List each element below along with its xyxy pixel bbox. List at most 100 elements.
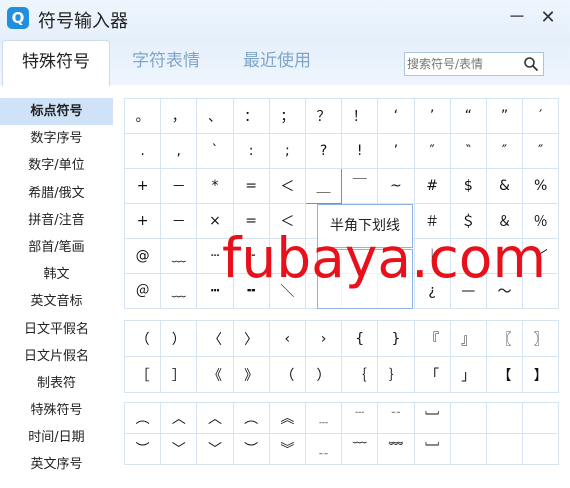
sidebar-item[interactable]: 特殊符号 — [0, 397, 113, 424]
symbol-cell[interactable]: ﹊ — [377, 402, 415, 434]
symbol-cell[interactable]: ﹏ — [160, 273, 198, 309]
symbol-cell[interactable]: ’ — [413, 98, 451, 134]
symbol-cell[interactable]: 』 — [449, 320, 487, 357]
sidebar-item[interactable]: 英文序号 — [0, 451, 113, 478]
symbol-cell[interactable]: ? — [304, 133, 343, 169]
sidebar-item[interactable]: 英文音标 — [0, 288, 113, 315]
symbol-cell[interactable]: * — [196, 168, 234, 204]
symbol-cell[interactable]: ︿ — [160, 402, 198, 434]
symbol-cell[interactable]: 『 — [413, 320, 451, 357]
symbol-cell[interactable]: ﹏ — [160, 238, 198, 274]
sidebar-item[interactable]: 日文平假名 — [0, 316, 113, 343]
symbol-cell[interactable]: 〗 — [522, 320, 560, 357]
symbol-cell[interactable]: # — [413, 168, 451, 204]
symbol-cell[interactable]: － — [160, 168, 198, 204]
symbol-cell[interactable]: 「 — [413, 356, 451, 393]
tab-recent[interactable]: 最近使用 — [243, 40, 311, 85]
symbol-cell[interactable]: : — [232, 133, 270, 169]
symbol-cell[interactable]: ″ — [485, 133, 524, 169]
symbol-cell[interactable]: ︾ — [268, 433, 306, 465]
minimize-button[interactable]: － — [505, 6, 529, 30]
sidebar-item[interactable]: 部首/笔画 — [0, 234, 113, 261]
symbol-cell[interactable]: “ — [449, 98, 487, 134]
symbol-cell[interactable]: ［ — [123, 356, 162, 393]
symbol-cell[interactable] — [449, 433, 487, 465]
symbol-cell[interactable]: ﹉ — [341, 402, 379, 434]
symbol-cell[interactable]: ″ — [413, 133, 451, 169]
symbol-cell[interactable]: ＜ — [268, 168, 306, 204]
search-box[interactable] — [404, 52, 544, 76]
symbol-cell[interactable]: ! — [341, 133, 379, 169]
symbol-cell[interactable]: ￣ — [341, 168, 379, 204]
symbol-cell[interactable]: 、 — [196, 98, 234, 134]
symbol-cell[interactable]: › — [304, 320, 343, 357]
symbol-cell[interactable]: ︽ — [268, 402, 306, 434]
symbol-cell[interactable]: ~ — [377, 168, 415, 204]
symbol-cell[interactable]: ︶ — [123, 433, 162, 465]
sidebar-item[interactable]: 数字序号 — [0, 125, 113, 152]
symbol-cell[interactable]: ︶ — [232, 433, 270, 465]
symbol-cell[interactable]: ﹈ — [413, 433, 451, 465]
symbol-cell[interactable]: ： — [232, 98, 270, 134]
symbol-cell[interactable]: ; — [268, 133, 306, 169]
symbol-cell[interactable]: & — [485, 168, 524, 204]
search-input[interactable] — [407, 55, 519, 73]
sidebar-item[interactable]: 拼音/注音 — [0, 207, 113, 234]
sidebar-item[interactable]: 韩文 — [0, 261, 113, 288]
symbol-cell[interactable]: ″ — [522, 133, 560, 169]
symbol-cell[interactable]: ﹈ — [413, 402, 451, 434]
symbol-cell[interactable]: ﹀ — [160, 433, 198, 465]
symbol-cell[interactable] — [449, 402, 487, 434]
symbol-cell[interactable]: , — [160, 133, 198, 169]
symbol-cell[interactable]: ﹎ — [304, 433, 343, 465]
symbol-cell[interactable] — [522, 402, 560, 434]
sidebar-item[interactable]: 标点符号 — [0, 98, 113, 126]
symbol-cell[interactable]: + — [123, 203, 162, 239]
symbol-cell[interactable]: ｛ — [341, 356, 379, 393]
close-button[interactable]: ✕ — [536, 6, 560, 30]
symbol-cell[interactable] — [522, 433, 560, 465]
symbol-cell[interactable]: 《 — [196, 356, 234, 393]
symbol-cell[interactable]: ︿ — [196, 402, 234, 434]
symbol-cell[interactable] — [485, 402, 524, 434]
sidebar-item[interactable]: 时间/日期 — [0, 424, 113, 451]
symbol-cell[interactable]: 。 — [123, 98, 162, 134]
symbol-cell[interactable]: % — [522, 168, 560, 204]
symbol-cell[interactable]: ？ — [304, 98, 343, 134]
symbol-cell[interactable]: ﹀ — [196, 433, 234, 465]
symbol-cell[interactable] — [485, 433, 524, 465]
symbol-cell[interactable]: ﹋ — [341, 433, 379, 465]
symbol-cell[interactable]: ） — [160, 320, 198, 357]
symbol-cell[interactable]: ， — [160, 98, 198, 134]
symbol-cell[interactable]: ‘ — [377, 98, 415, 134]
symbol-cell[interactable]: ˋ — [196, 133, 234, 169]
symbol-cell[interactable]: 」 — [449, 356, 487, 393]
sidebar-item[interactable]: 制表符 — [0, 370, 113, 397]
symbol-cell[interactable]: 】 — [522, 356, 560, 393]
symbol-cell[interactable]: = — [232, 168, 270, 204]
symbol-cell[interactable]: ′ — [522, 98, 560, 134]
symbol-cell[interactable]: － — [160, 203, 198, 239]
symbol-cell[interactable]: ） — [304, 356, 343, 393]
symbol-cell[interactable]: { — [341, 320, 379, 357]
symbol-cell[interactable]: $ — [449, 168, 487, 204]
symbol-cell[interactable]: ‶ — [449, 133, 487, 169]
tab-special-symbols[interactable]: 特殊符号 — [2, 40, 110, 86]
symbol-cell[interactable]: ＿ — [304, 168, 343, 204]
symbol-cell[interactable]: ︵ — [232, 402, 270, 434]
symbol-cell[interactable]: ｝ — [377, 356, 415, 393]
tab-emoticons[interactable]: 字符表情 — [132, 40, 200, 85]
symbol-cell[interactable]: 〖 — [485, 320, 524, 357]
symbol-cell[interactable]: ﹌ — [377, 433, 415, 465]
symbol-cell[interactable]: 〈 — [196, 320, 234, 357]
symbol-cell[interactable]: （ — [268, 356, 306, 393]
symbol-cell[interactable]: } — [377, 320, 415, 357]
symbol-cell[interactable]: ‹ — [268, 320, 306, 357]
sidebar-item[interactable]: 数字/单位 — [0, 152, 113, 179]
symbol-cell[interactable]: ＠ — [123, 273, 162, 309]
search-icon[interactable] — [523, 56, 539, 72]
symbol-cell[interactable]: ︵ — [123, 402, 162, 434]
sidebar-item[interactable]: 希腊/俄文 — [0, 180, 113, 207]
symbol-cell[interactable]: ﹍ — [304, 402, 343, 434]
symbol-cell[interactable]: . — [123, 133, 162, 169]
